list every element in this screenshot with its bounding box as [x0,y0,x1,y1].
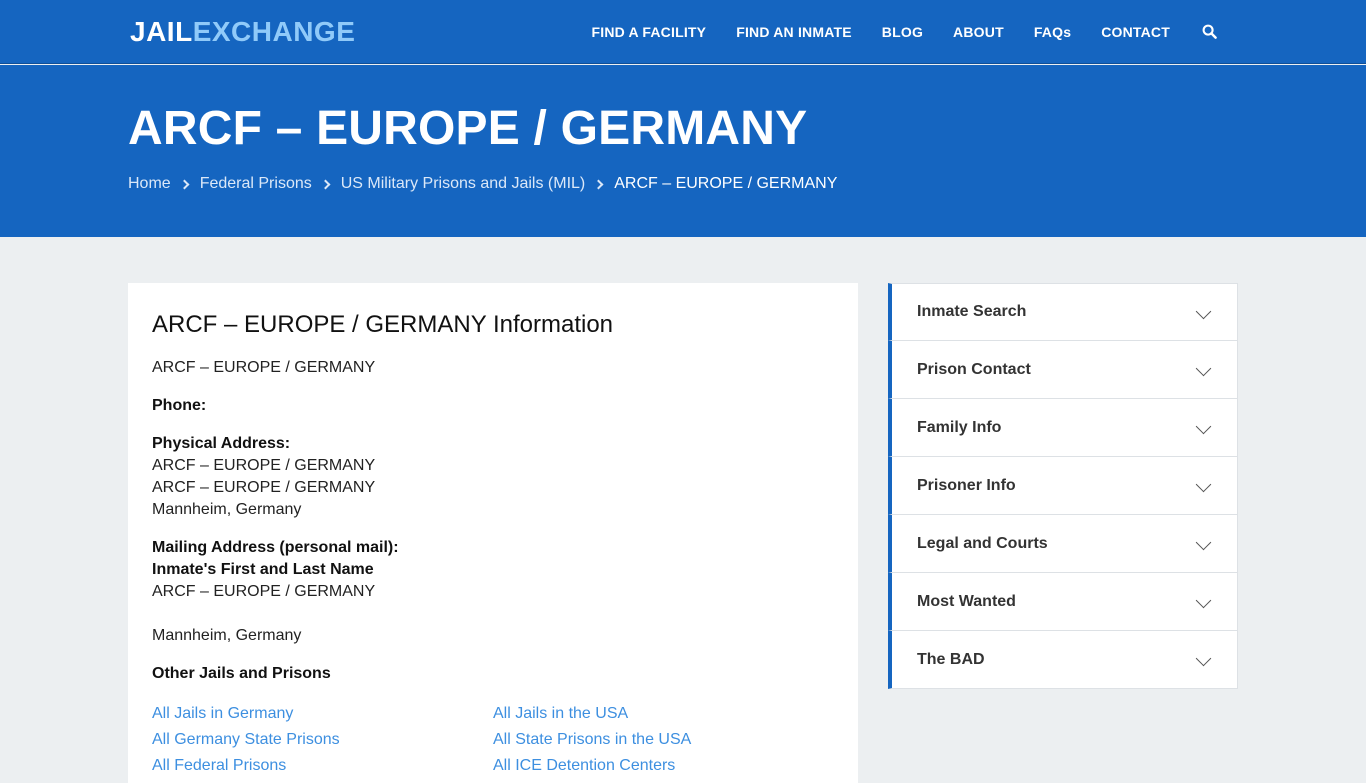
mailing-address-block: Mailing Address (personal mail): Inmate'… [152,537,834,647]
logo-part-jail: JAIL [130,16,193,47]
link-jails-usa[interactable]: All Jails in the USA [493,703,834,725]
accordion-the-bad[interactable]: The BAD [888,631,1238,689]
mailing-address-line: ARCF – EUROPE / GERMANY [152,583,376,600]
link-state-prisons-usa[interactable]: All State Prisons in the USA [493,729,834,751]
accordion-label: Family Info [917,418,1002,436]
chevron-right-icon [320,179,331,189]
link-ice-detention[interactable]: All ICE Detention Centers [493,755,834,777]
link-jails-germany[interactable]: All Jails in Germany [152,703,493,725]
nav-contact[interactable]: CONTACT [1101,24,1170,40]
link-germany-state-prisons[interactable]: All Germany State Prisons [152,729,493,751]
mailing-inmate-name: Inmate's First and Last Name [152,561,374,578]
top-navbar: JAILEXCHANGE FIND A FACILITY FIND AN INM… [0,0,1366,64]
physical-address-label: Physical Address: [152,435,291,452]
related-links: All Jails in Germany All Jails in the US… [152,703,834,777]
chevron-down-icon [1195,303,1212,320]
breadcrumb-federal-prisons[interactable]: Federal Prisons [200,175,312,193]
page-title: ARCF – EUROPE / GERMANY [128,102,808,155]
chevron-down-icon [1195,360,1212,377]
chevron-down-icon [1195,592,1212,609]
info-heading: ARCF – EUROPE / GERMANY Information [152,311,614,338]
phone-block: Phone: [152,395,834,417]
sidebar-accordion: Inmate Search Prison Contact Family Info… [888,283,1238,689]
physical-address-block: Physical Address: ARCF – EUROPE / GERMAN… [152,433,834,521]
facility-info-card: ARCF – EUROPE / GERMANY Information ARCF… [128,283,858,783]
chevron-right-icon [593,179,604,189]
accordion-label: Inmate Search [917,303,1027,320]
breadcrumb-current: ARCF – EUROPE / GERMANY [614,175,838,192]
link-federal-prisons[interactable]: All Federal Prisons [152,755,493,777]
breadcrumb: Home Federal Prisons US Military Prisons… [128,175,837,193]
chevron-down-icon [1195,476,1212,493]
mailing-address-label: Mailing Address (personal mail): [152,539,399,556]
nav-faqs[interactable]: FAQs [1034,24,1071,40]
accordion-label: Most Wanted [917,592,1016,610]
search-icon[interactable] [1202,24,1218,40]
chevron-down-icon [1195,534,1212,551]
accordion-label: Prison Contact [917,360,1031,378]
other-jails-label: Other Jails and Prisons [152,665,331,682]
phone-label: Phone: [152,397,207,414]
facility-name: ARCF – EUROPE / GERMANY [152,359,376,376]
site-logo[interactable]: JAILEXCHANGE [130,16,355,48]
accordion-label: Legal and Courts [917,534,1048,552]
accordion-most-wanted[interactable]: Most Wanted [888,573,1238,631]
mailing-address-city: Mannheim, Germany [152,627,302,644]
logo-part-exchange: EXCHANGE [192,16,356,47]
physical-address-line: ARCF – EUROPE / GERMANY [152,479,376,496]
accordion-prisoner-info[interactable]: Prisoner Info [888,457,1238,515]
accordion-label: The BAD [917,650,985,668]
breadcrumb-military-prisons[interactable]: US Military Prisons and Jails (MIL) [341,175,586,193]
chevron-right-icon [179,179,190,189]
chevron-down-icon [1195,418,1212,435]
breadcrumb-home[interactable]: Home [128,175,171,193]
nav-blog[interactable]: BLOG [882,24,923,40]
accordion-prison-contact[interactable]: Prison Contact [888,341,1238,399]
nav-find-facility[interactable]: FIND A FACILITY [591,24,706,40]
accordion-label: Prisoner Info [917,476,1016,494]
nav-about[interactable]: ABOUT [953,24,1004,40]
accordion-legal-courts[interactable]: Legal and Courts [888,515,1238,573]
main-nav: FIND A FACILITY FIND AN INMATE BLOG ABOU… [561,0,1218,64]
physical-address-city: Mannheim, Germany [152,501,302,518]
accordion-family-info[interactable]: Family Info [888,399,1238,457]
physical-address-line: ARCF – EUROPE / GERMANY [152,457,376,474]
page-hero: ARCF – EUROPE / GERMANY Home Federal Pri… [0,65,1366,237]
chevron-down-icon [1195,650,1212,667]
other-jails-block: Other Jails and Prisons [152,663,834,685]
nav-find-inmate[interactable]: FIND AN INMATE [736,24,852,40]
accordion-inmate-search[interactable]: Inmate Search [888,283,1238,341]
